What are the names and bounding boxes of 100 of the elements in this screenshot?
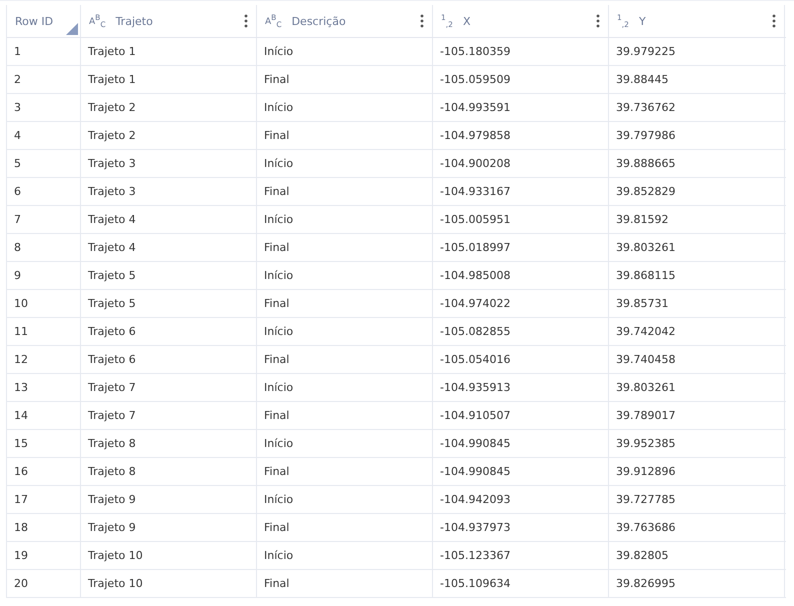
table-cell: 39.85731	[609, 290, 785, 317]
table-cell: 39.736762	[609, 94, 785, 121]
table-cell: 6	[7, 178, 81, 205]
table-cell: -105.180359	[433, 38, 609, 65]
table-cell: -105.054016	[433, 346, 609, 373]
more-icon[interactable]	[772, 14, 776, 28]
table-cell: -104.993591	[433, 94, 609, 121]
table-cell: 39.727785	[609, 486, 785, 513]
table-cell: Trajeto 10	[81, 570, 257, 597]
table-cell: -104.933167	[433, 178, 609, 205]
table-cell: Trajeto 5	[81, 262, 257, 289]
table-cell: 17	[7, 486, 81, 513]
table-cell: 9	[7, 262, 81, 289]
table-cell: Início	[257, 94, 433, 121]
column-title: Trajeto	[116, 14, 154, 28]
more-icon[interactable]	[244, 14, 248, 28]
table-cell: Final	[257, 234, 433, 261]
table-cell: 39.789017	[609, 402, 785, 429]
table-cell: -104.935913	[433, 374, 609, 401]
table-cell: Trajeto 3	[81, 150, 257, 177]
table-cell: -105.018997	[433, 234, 609, 261]
table-cell: -104.900208	[433, 150, 609, 177]
table-cell: 39.803261	[609, 374, 785, 401]
table-cell: Trajeto 1	[81, 38, 257, 65]
table-cell: Início	[257, 262, 433, 289]
table-cell: 39.803261	[609, 234, 785, 261]
table-cell: -104.985008	[433, 262, 609, 289]
table-cell: 12	[7, 346, 81, 373]
table-cell: Início	[257, 430, 433, 457]
table-cell: Trajeto 1	[81, 66, 257, 93]
table-cell: Final	[257, 178, 433, 205]
table-cell: -104.990845	[433, 458, 609, 485]
table-cell: 39.912896	[609, 458, 785, 485]
table-cell: 11	[7, 318, 81, 345]
column-header[interactable]: Row ID	[7, 5, 81, 37]
table-cell: Trajeto 5	[81, 290, 257, 317]
column-header[interactable]: A$^{B}$$_{C}$ Descrição	[257, 5, 433, 37]
more-icon[interactable]	[420, 14, 424, 28]
table-cell: 5	[7, 150, 81, 177]
column-title: Y	[638, 14, 647, 28]
table-cell: Início	[257, 206, 433, 233]
table-cell: Início	[257, 38, 433, 65]
table-cell: 39.82805	[609, 542, 785, 569]
table-cell: Início	[257, 374, 433, 401]
table-cell: 39.742042	[609, 318, 785, 345]
column-title: Descrição	[292, 14, 347, 28]
table-cell: -104.979858	[433, 122, 609, 149]
table-cell: Trajeto 9	[81, 486, 257, 513]
column-title: Row ID	[15, 14, 54, 28]
table-cell: Final	[257, 570, 433, 597]
table-cell: Trajeto 7	[81, 402, 257, 429]
table-cell: -105.109634	[433, 570, 609, 597]
table-cell: 13	[7, 374, 81, 401]
table-cell: -105.082855	[433, 318, 609, 345]
table-cell: Final	[257, 346, 433, 373]
table-cell: Trajeto 9	[81, 514, 257, 541]
table-cell: Final	[257, 458, 433, 485]
table-cell: Trajeto 2	[81, 94, 257, 121]
table-cell: 2	[7, 66, 81, 93]
table-cell: 18	[7, 514, 81, 541]
table-cell: Final	[257, 66, 433, 93]
table-cell: 10	[7, 290, 81, 317]
table-cell: Trajeto 6	[81, 318, 257, 345]
table-cell: Início	[257, 318, 433, 345]
table-cell: 16	[7, 458, 81, 485]
column-header[interactable]: A$^{B}$$_{C}$ Trajeto	[81, 5, 257, 37]
table-cell: -105.005951	[433, 206, 609, 233]
table-cell: Final	[257, 514, 433, 541]
table-cell: 7	[7, 206, 81, 233]
table-cell: Final	[257, 122, 433, 149]
table-cell: Início	[257, 150, 433, 177]
table-cell: Trajeto 4	[81, 234, 257, 261]
table-cell: Início	[257, 542, 433, 569]
table-cell: Trajeto 8	[81, 458, 257, 485]
table-cell: 39.868115	[609, 262, 785, 289]
table-cell: 39.797986	[609, 122, 785, 149]
table-cell: 39.81592	[609, 206, 785, 233]
table-cell: Trajeto 6	[81, 346, 257, 373]
table-cell: 39.952385	[609, 430, 785, 457]
table-cell: Trajeto 7	[81, 374, 257, 401]
table-cell: -104.937973	[433, 514, 609, 541]
table-cell: 39.979225	[609, 38, 785, 65]
table-cell: -105.123367	[433, 542, 609, 569]
table-cell: Trajeto 3	[81, 178, 257, 205]
table-cell: 14	[7, 402, 81, 429]
table-cell: 39.852829	[609, 178, 785, 205]
table-cell: 20	[7, 570, 81, 597]
table-cell: 4	[7, 122, 81, 149]
table-cell: 39.826995	[609, 570, 785, 597]
table-cell: -104.990845	[433, 430, 609, 457]
table-cell: Trajeto 2	[81, 122, 257, 149]
table-cell: 39.740458	[609, 346, 785, 373]
table-cell: Final	[257, 290, 433, 317]
table-cell: Trajeto 4	[81, 206, 257, 233]
table-cell: -104.910507	[433, 402, 609, 429]
table-cell: -104.942093	[433, 486, 609, 513]
more-icon[interactable]	[596, 14, 600, 28]
table-cell: -104.974022	[433, 290, 609, 317]
table-cell: Final	[257, 402, 433, 429]
table-cell: 15	[7, 430, 81, 457]
